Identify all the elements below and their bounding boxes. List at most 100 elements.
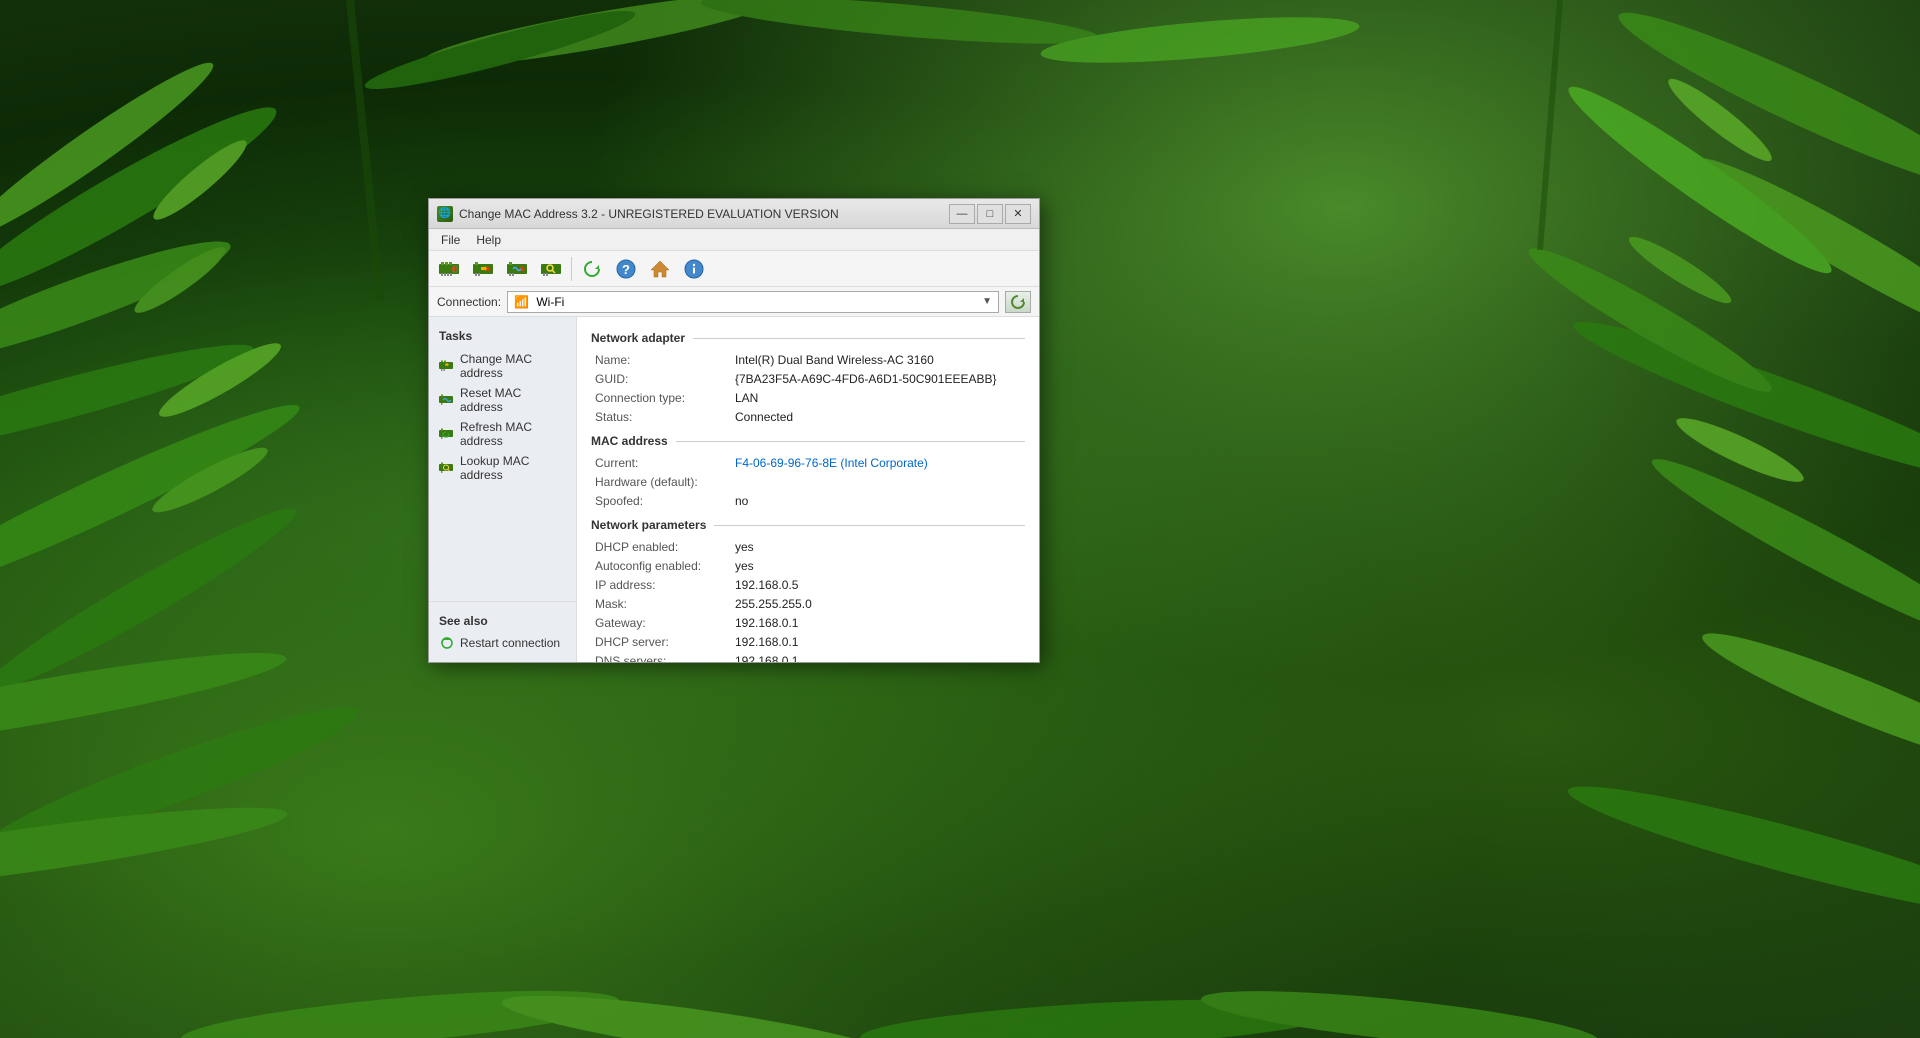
autoconfig-row: Autoconfig enabled: yes [591, 559, 1025, 573]
adapter-guid-value: {7BA23F5A-A69C-4FD6-A6D1-50C901EEEABB} [735, 372, 996, 386]
gateway-row: Gateway: 192.168.0.1 [591, 616, 1025, 630]
change-mac-tb-icon [471, 257, 495, 281]
connection-bar: Connection: 📶 Wi-Fi ▼ [429, 287, 1039, 317]
mask-value: 255.255.255.0 [735, 597, 812, 611]
connection-dropdown[interactable]: 📶 Wi-Fi ▼ [507, 291, 999, 313]
autoconfig-label: Autoconfig enabled: [595, 559, 735, 573]
restart-connection-label: Restart connection [460, 636, 560, 650]
info-tb-icon [682, 257, 706, 281]
dropdown-chevron-icon: ▼ [982, 296, 992, 307]
dns-row: DNS servers: 192.168.0.1 [591, 654, 1025, 662]
connection-refresh-button[interactable] [1005, 291, 1031, 313]
adapter-status-label: Status: [595, 410, 735, 424]
network-card-icon [437, 257, 461, 281]
dns-value: 192.168.0.1 [735, 654, 798, 662]
detail-panel: Network adapter Name: Intel(R) Dual Band… [577, 317, 1039, 662]
reset-mac-tb-button[interactable] [501, 255, 533, 283]
reset-mac-tb-icon [505, 257, 529, 281]
network-params-header: Network parameters [591, 518, 1025, 532]
reset-mac-task-item[interactable]: Reset MAC address [429, 383, 576, 417]
dhcp-label: DHCP enabled: [595, 540, 735, 554]
adapter-status-value: Connected [735, 410, 793, 424]
toolbar-separator-1 [571, 257, 572, 281]
dhcp-row: DHCP enabled: yes [591, 540, 1025, 554]
lookup-tb-button[interactable] [535, 255, 567, 283]
dhcp-value: yes [735, 540, 754, 554]
home-tb-icon [648, 257, 672, 281]
gateway-value: 192.168.0.1 [735, 616, 798, 630]
restart-connection-icon [439, 635, 455, 651]
lookup-mac-task-label: Lookup MAC address [460, 454, 566, 482]
change-mac-task-item[interactable]: Change MAC address [429, 349, 576, 383]
mask-row: Mask: 255.255.255.0 [591, 597, 1025, 611]
maximize-button[interactable]: □ [977, 204, 1003, 224]
main-window: 🌐 Change MAC Address 3.2 - UNREGISTERED … [428, 198, 1040, 663]
ip-address-label: IP address: [595, 578, 735, 592]
dns-label: DNS servers: [595, 654, 735, 662]
reset-mac-task-icon [439, 392, 455, 408]
mask-label: Mask: [595, 597, 735, 611]
menu-file[interactable]: File [433, 231, 468, 249]
close-button[interactable]: ✕ [1005, 204, 1031, 224]
mac-spoofed-row: Spoofed: no [591, 494, 1025, 508]
gateway-label: Gateway: [595, 616, 735, 630]
sidebar: Tasks Change MAC address [429, 317, 577, 662]
refresh-mac-task-item[interactable]: Refresh MAC address [429, 417, 576, 451]
mac-spoofed-value: no [735, 494, 748, 508]
adapter-conntype-row: Connection type: LAN [591, 391, 1025, 405]
autoconfig-value: yes [735, 559, 754, 573]
info-tb-button[interactable] [678, 255, 710, 283]
lookup-tb-icon [539, 257, 563, 281]
mac-current-label: Current: [595, 456, 735, 470]
network-adapter-header: Network adapter [591, 331, 1025, 345]
help-tb-button[interactable]: ? [610, 255, 642, 283]
mac-hardware-row: Hardware (default): [591, 475, 1025, 489]
network-params-title: Network parameters [591, 518, 706, 532]
mac-spoofed-label: Spoofed: [595, 494, 735, 508]
lookup-mac-task-icon [439, 460, 455, 476]
change-mac-task-label: Change MAC address [460, 352, 566, 380]
app-icon: 🌐 [437, 206, 453, 222]
network-adapter-title: Network adapter [591, 331, 685, 345]
restart-connection-item[interactable]: Restart connection [429, 632, 576, 654]
adapter-status-row: Status: Connected [591, 410, 1025, 424]
menu-help[interactable]: Help [468, 231, 509, 249]
network-params-line [714, 525, 1025, 526]
minimize-button[interactable]: — [949, 204, 975, 224]
adapter-name-value: Intel(R) Dual Band Wireless-AC 3160 [735, 353, 934, 367]
dhcp-server-value: 192.168.0.1 [735, 635, 798, 649]
mac-current-row: Current: F4-06-69-96-76-8E (Intel Corpor… [591, 456, 1025, 470]
lookup-mac-task-item[interactable]: Lookup MAC address [429, 451, 576, 485]
refresh-mac-task-icon [439, 426, 455, 442]
help-tb-icon: ? [614, 257, 638, 281]
sidebar-bottom: See also Restart connection [429, 601, 576, 654]
dhcp-server-label: DHCP server: [595, 635, 735, 649]
window-title: Change MAC Address 3.2 - UNREGISTERED EV… [459, 207, 949, 221]
adapter-name-label: Name: [595, 353, 735, 367]
reset-mac-task-label: Reset MAC address [460, 386, 566, 414]
menu-bar: File Help [429, 229, 1039, 251]
adapter-conntype-label: Connection type: [595, 391, 735, 405]
dhcp-server-row: DHCP server: 192.168.0.1 [591, 635, 1025, 649]
ip-address-row: IP address: 192.168.0.5 [591, 578, 1025, 592]
adapter-guid-label: GUID: [595, 372, 735, 386]
mac-current-value[interactable]: F4-06-69-96-76-8E (Intel Corporate) [735, 456, 928, 470]
adapter-guid-row: GUID: {7BA23F5A-A69C-4FD6-A6D1-50C901EEE… [591, 372, 1025, 386]
see-also-section-title: See also [429, 610, 576, 632]
toolbar: ? [429, 251, 1039, 287]
svg-text:?: ? [622, 262, 630, 277]
home-tb-button[interactable] [644, 255, 676, 283]
network-card-tb-button[interactable] [433, 255, 465, 283]
mac-hardware-label: Hardware (default): [595, 475, 735, 489]
adapter-name-row: Name: Intel(R) Dual Band Wireless-AC 316… [591, 353, 1025, 367]
connection-dropdown-value: 📶 Wi-Fi [514, 295, 564, 309]
mac-address-line [676, 441, 1025, 442]
change-mac-task-icon [439, 358, 455, 374]
mac-address-title: MAC address [591, 434, 668, 448]
refresh-tb-button[interactable] [576, 255, 608, 283]
network-adapter-line [693, 338, 1025, 339]
mac-address-header: MAC address [591, 434, 1025, 448]
ip-address-value: 192.168.0.5 [735, 578, 798, 592]
refresh-mac-task-label: Refresh MAC address [460, 420, 566, 448]
change-mac-tb-button[interactable] [467, 255, 499, 283]
